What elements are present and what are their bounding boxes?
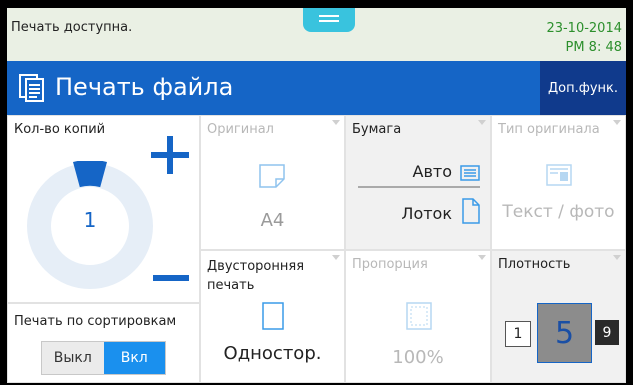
page-title: Печать файла: [55, 73, 234, 101]
paper-divider: [358, 186, 480, 188]
minus-icon[interactable]: [153, 275, 189, 281]
copies-panel: Кол-во копий 1: [7, 115, 200, 303]
original-value: A4: [260, 210, 285, 231]
density-panel[interactable]: Плотность 1 9 5: [491, 250, 626, 383]
dropdown-corner-icon: [478, 120, 486, 125]
original-type-label: Тип оригинала: [498, 122, 600, 137]
dropdown-corner-icon: [332, 255, 340, 260]
dropdown-corner-icon: [613, 255, 621, 260]
density-label: Плотность: [498, 257, 571, 272]
sort-off-button[interactable]: Выкл: [42, 342, 104, 374]
text-photo-icon: [546, 164, 572, 186]
document-stack-icon: [19, 74, 44, 102]
duplex-value: Одностор.: [223, 343, 322, 364]
dropdown-corner-icon: [613, 120, 621, 125]
density-low: 1: [505, 321, 531, 347]
status-message: Печать доступна.: [11, 20, 133, 35]
sort-label: Печать по сортировкам: [14, 314, 177, 329]
paper-tray-value: Лоток: [401, 204, 452, 223]
original-label: Оригинал: [207, 122, 274, 137]
simplex-icon: [262, 302, 284, 330]
density-value[interactable]: 5: [537, 303, 592, 363]
duplex-label: Двусторонняя печать: [207, 259, 305, 293]
title-bar: Печать файла Доп.функ.: [7, 61, 626, 115]
handle-icon[interactable]: [303, 8, 355, 32]
original-panel[interactable]: Оригинал A4: [200, 115, 345, 250]
ratio-panel[interactable]: Пропорция 100%: [345, 250, 491, 383]
density-high: 9: [595, 320, 619, 345]
dropdown-corner-icon: [478, 255, 486, 260]
sort-panel: Печать по сортировкам Выкл Вкл: [7, 303, 200, 383]
ratio-value: 100%: [392, 347, 444, 368]
screen: Печать доступна. 23-10-2014 PM 8: 48 Печ…: [0, 0, 633, 385]
zoom-icon: [406, 302, 432, 330]
status-date: 23-10-2014: [546, 21, 622, 36]
ratio-label: Пропорция: [352, 257, 428, 272]
paper-label: Бумага: [352, 122, 402, 137]
duplex-panel[interactable]: Двусторонняя печать Одностор.: [200, 250, 345, 383]
status-time: PM 8: 48: [565, 40, 622, 55]
dropdown-corner-icon: [332, 120, 340, 125]
page-icon: [259, 164, 285, 188]
paper-panel[interactable]: Бумага Авто Лоток: [345, 115, 491, 250]
tray-icon: [460, 165, 480, 181]
plus-icon[interactable]: [151, 136, 189, 174]
status-datetime: 23-10-2014 PM 8: 48: [546, 19, 622, 57]
sort-on-button[interactable]: Вкл: [103, 342, 165, 374]
original-type-value: Текст / фото: [502, 202, 615, 222]
extra-functions-button[interactable]: Доп.функ.: [540, 61, 626, 115]
copies-label: Кол-во копий: [14, 122, 106, 137]
sort-toggle: Выкл Вкл: [41, 341, 166, 375]
status-bar: Печать доступна. 23-10-2014 PM 8: 48: [7, 8, 626, 61]
copies-value: 1: [83, 208, 97, 232]
original-type-panel[interactable]: Тип оригинала Текст / фото: [491, 115, 626, 250]
paper-auto-value: Авто: [412, 162, 452, 181]
page-icon: [462, 198, 480, 224]
